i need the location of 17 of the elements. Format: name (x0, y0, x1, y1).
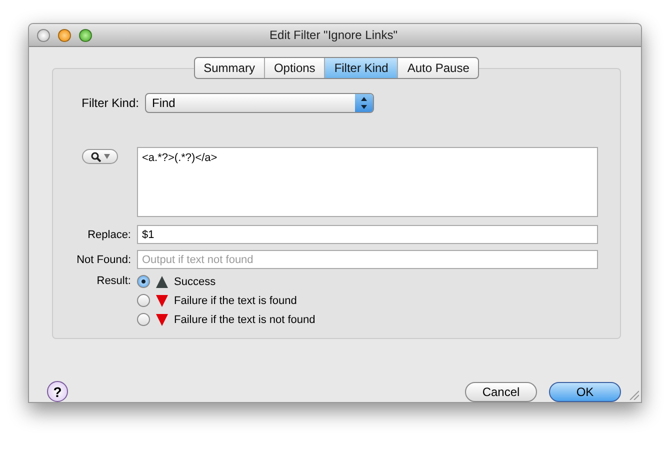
field-label: Replace: (86, 228, 131, 240)
tab[interactable]: Filter Kind (325, 58, 398, 78)
cancel-button[interactable]: Cancel (465, 382, 537, 402)
option-label: Failure if the text is not found (174, 314, 316, 326)
field-label: Result: (96, 275, 131, 287)
help-button[interactable]: ? (47, 381, 68, 402)
option-label: Success (174, 276, 216, 288)
replace-field[interactable]: $1 (137, 225, 598, 244)
tab[interactable]: Auto Pause (398, 58, 478, 78)
filter-kind-dropdown[interactable]: Find (145, 93, 374, 113)
window-title: Edit Filter "Ignore Links" (270, 28, 398, 42)
field-label: Not Found: (76, 254, 131, 266)
option-label: Failure if the text is found (174, 294, 297, 306)
not-found-field[interactable]: Output if text not found (137, 250, 598, 269)
ok-button[interactable]: OK (549, 382, 621, 402)
find-text-area[interactable]: <a.*?>(.*?)</a> (137, 147, 598, 217)
field-label: Filter Kind: (80, 96, 139, 110)
